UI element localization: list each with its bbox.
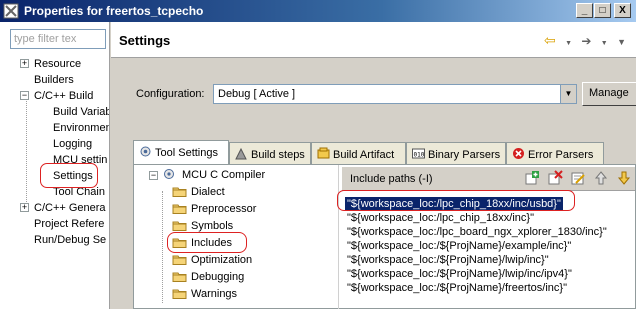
nav-item-run-debug-settings[interactable]: Run/Debug Se bbox=[34, 232, 106, 248]
forward-arrow-icon[interactable]: ➔ bbox=[581, 34, 591, 48]
tree-guide-line bbox=[162, 191, 163, 303]
nav-item-build-variables[interactable]: Build Variab bbox=[53, 104, 109, 120]
nav-item-builders[interactable]: Builders bbox=[34, 72, 74, 88]
collapse-icon[interactable]: − bbox=[149, 171, 158, 180]
include-path-item[interactable]: "${workspace_loc:/lpc_chip_18xx/inc}" bbox=[345, 211, 536, 225]
tool-settings-icon bbox=[140, 146, 151, 157]
include-path-item[interactable]: "${workspace_loc:/${ProjName}/freertos/i… bbox=[345, 281, 569, 295]
expand-icon[interactable]: + bbox=[20, 203, 29, 212]
nav-item-environment[interactable]: Environmen bbox=[53, 120, 109, 136]
tab-tool-settings[interactable]: Tool Settings bbox=[133, 140, 229, 164]
maximize-button[interactable]: □ bbox=[594, 3, 611, 18]
nav-item-project-references[interactable]: Project Refere bbox=[34, 216, 104, 232]
edit-icon[interactable] bbox=[570, 170, 586, 186]
include-path-item[interactable]: "${workspace_loc:/${ProjName}/lwip/inc}" bbox=[345, 253, 551, 267]
filter-input[interactable]: type filter tex bbox=[10, 29, 106, 49]
configuration-label: Configuration: bbox=[136, 88, 205, 100]
settings-folder-icon bbox=[172, 272, 187, 282]
tree-item-label: Debugging bbox=[191, 271, 245, 283]
include-paths-panel: Include paths (-I) "${workspace_loc:/lpc… bbox=[337, 165, 635, 309]
include-paths-toolbar bbox=[520, 170, 632, 186]
tab-label: Build steps bbox=[251, 149, 305, 161]
tree-guide-line bbox=[26, 94, 27, 206]
tab-build-steps[interactable]: Build steps bbox=[229, 142, 311, 164]
error-parsers-icon bbox=[513, 148, 524, 159]
configuration-select[interactable]: Debug [ Active ] ▼ bbox=[213, 84, 577, 104]
nav-item-label: C/C++ Genera bbox=[34, 202, 106, 214]
tree-item-label: MCU C Compiler bbox=[182, 169, 266, 181]
eclipse-window-icon bbox=[3, 3, 19, 19]
binary-parsers-icon: 010 bbox=[412, 148, 425, 159]
expand-icon[interactable]: + bbox=[20, 59, 29, 68]
includes-highlight-ring bbox=[167, 232, 247, 253]
settings-tabs: Tool Settings Build steps Build Artifact… bbox=[133, 140, 636, 164]
settings-folder-icon bbox=[172, 289, 187, 299]
build-steps-icon bbox=[235, 147, 247, 160]
tree-item-label: Preprocessor bbox=[191, 203, 257, 215]
settings-folder-icon bbox=[172, 255, 187, 265]
include-path-item[interactable]: "${workspace_loc:/lpc_board_ngx_xplorer_… bbox=[345, 225, 609, 239]
tree-item-warnings[interactable]: Warnings bbox=[172, 286, 237, 303]
include-path-item[interactable]: "${workspace_loc:/${ProjName}/example/in… bbox=[345, 239, 573, 253]
tab-build-artifact[interactable]: Build Artifact bbox=[311, 142, 406, 164]
property-page-nav: type filter tex + Resource Builders − C/… bbox=[0, 22, 110, 309]
nav-item-label: C/C++ Build bbox=[34, 90, 94, 102]
include-paths-title: Include paths (-I) bbox=[350, 173, 433, 185]
tab-error-parsers[interactable]: Error Parsers bbox=[506, 142, 604, 164]
tree-item-label: Dialect bbox=[191, 186, 225, 198]
history-nav: ⇦ ▼ ➔ ▼ ▼ bbox=[538, 32, 626, 48]
delete-icon[interactable] bbox=[547, 170, 563, 186]
tree-item-optimization[interactable]: Optimization bbox=[172, 252, 252, 269]
tree-item-label: Optimization bbox=[191, 254, 253, 266]
tree-item-preprocessor[interactable]: Preprocessor bbox=[172, 201, 256, 218]
page-title: Settings bbox=[119, 33, 171, 48]
tree-item-dialect[interactable]: Dialect bbox=[172, 184, 225, 201]
include-path-highlight-ring bbox=[337, 190, 575, 211]
tree-item-label: Warnings bbox=[191, 288, 238, 300]
nav-item-logging[interactable]: Logging bbox=[53, 136, 92, 152]
compiler-icon bbox=[164, 169, 174, 179]
title-bar: Properties for freertos_tcpecho _ □ X bbox=[0, 0, 636, 22]
settings-folder-icon bbox=[172, 204, 187, 214]
window-title: Properties for freertos_tcpecho bbox=[24, 4, 204, 18]
nav-item-resource[interactable]: + Resource bbox=[20, 56, 81, 72]
dropdown-small-icon[interactable]: ▼ bbox=[565, 40, 572, 47]
svg-text:010: 010 bbox=[414, 152, 425, 159]
tree-item-label: Symbols bbox=[191, 220, 234, 232]
include-path-item[interactable]: "${workspace_loc:/${ProjName}/lwip/inc/i… bbox=[345, 267, 574, 281]
configuration-value: Debug [ Active ] bbox=[218, 88, 296, 100]
minimize-button[interactable]: _ bbox=[576, 3, 593, 18]
add-icon[interactable] bbox=[524, 170, 540, 186]
page-header: Settings ⇦ ▼ ➔ ▼ ▼ bbox=[111, 22, 636, 58]
tool-settings-body: − MCU C Compiler Dialect Preprocessor Sy… bbox=[133, 164, 636, 309]
chevron-down-icon[interactable]: ▼ bbox=[560, 85, 576, 103]
tree-item-mcu-c-compiler[interactable]: − MCU C Compiler bbox=[149, 167, 265, 184]
include-paths-list: "${workspace_loc:/lpc_chip_18xx/inc/usbd… bbox=[337, 190, 635, 309]
settings-page: Settings ⇦ ▼ ➔ ▼ ▼ Configuration: Debug … bbox=[111, 22, 636, 309]
settings-folder-icon bbox=[172, 187, 187, 197]
collapse-icon[interactable]: − bbox=[20, 91, 29, 100]
tab-label: Tool Settings bbox=[155, 147, 218, 159]
tab-label: Binary Parsers bbox=[428, 149, 501, 161]
tool-settings-tree: − MCU C Compiler Dialect Preprocessor Sy… bbox=[134, 165, 339, 309]
move-up-icon[interactable] bbox=[593, 170, 609, 186]
tree-item-debugging[interactable]: Debugging bbox=[172, 269, 244, 286]
build-artifact-icon bbox=[317, 147, 330, 159]
dropdown-small-icon[interactable]: ▼ bbox=[601, 40, 608, 47]
tab-label: Build Artifact bbox=[333, 149, 395, 161]
include-paths-header: Include paths (-I) bbox=[342, 167, 635, 191]
settings-folder-icon bbox=[172, 221, 187, 231]
tab-binary-parsers[interactable]: 010 Binary Parsers bbox=[406, 142, 506, 164]
tab-label: Error Parsers bbox=[528, 149, 594, 161]
nav-item-cpp-general[interactable]: + C/C++ Genera bbox=[20, 200, 106, 216]
move-down-icon[interactable] bbox=[616, 170, 632, 186]
settings-highlight-ring bbox=[40, 163, 98, 188]
nav-item-label: Resource bbox=[34, 58, 82, 70]
nav-item-cpp-build[interactable]: − C/C++ Build bbox=[20, 88, 93, 104]
back-arrow-icon[interactable]: ⇦ bbox=[544, 32, 556, 49]
view-menu-icon[interactable]: ▼ bbox=[617, 37, 626, 47]
close-button[interactable]: X bbox=[614, 3, 631, 18]
manage-configurations-button[interactable]: Manage bbox=[582, 82, 636, 106]
